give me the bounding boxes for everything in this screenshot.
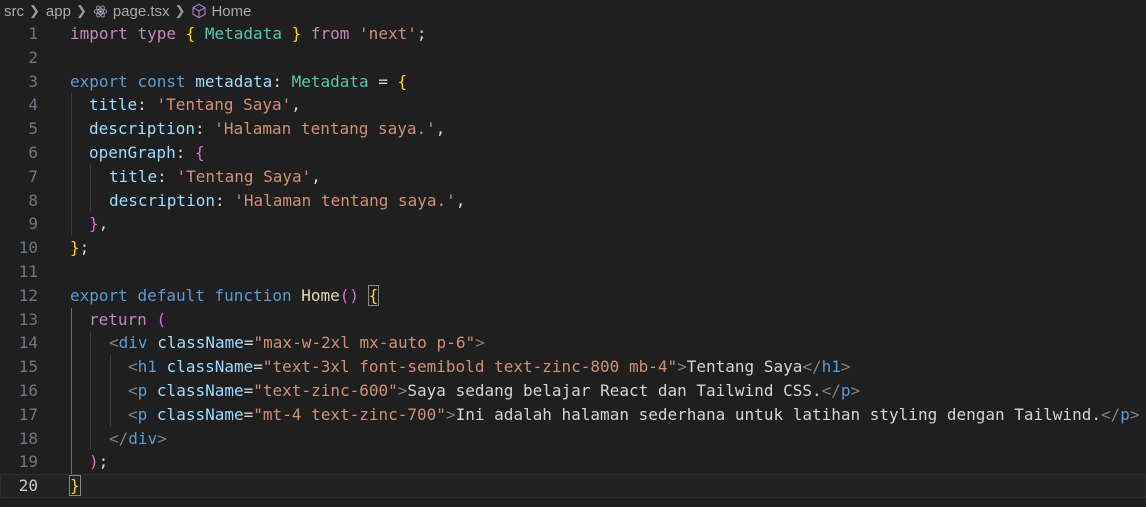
- code-content: <p className="text-zinc-600">Saya sedang…: [128, 380, 861, 400]
- line-number: 7: [28, 166, 38, 186]
- chevron-right-icon: ❯: [174, 3, 186, 18]
- code-line[interactable]: 2: [0, 46, 1146, 70]
- code-content: title: 'Tentang Saya',: [109, 166, 321, 186]
- code-content: export const metadata: Metadata = {: [70, 71, 408, 91]
- code-line[interactable]: 8 description: 'Halaman tentang saya.',: [0, 188, 1146, 213]
- indent-guide-active: [71, 307, 72, 332]
- line-number: 11: [18, 261, 38, 281]
- indent-guide: [71, 188, 72, 213]
- code-line[interactable]: 1 import type { Metadata } from 'next';: [0, 22, 1146, 46]
- code-content: openGraph: {: [89, 142, 205, 162]
- code-content: },: [89, 214, 109, 234]
- code-content: return (: [89, 309, 167, 329]
- code-line[interactable]: 7 title: 'Tentang Saya',: [0, 164, 1146, 189]
- code-line-current[interactable]: 20 }: [0, 474, 1146, 498]
- line-number: 1: [28, 24, 38, 43]
- code-line[interactable]: 10 };: [0, 236, 1146, 260]
- code-content: <h1 className="text-3xl font-semibold te…: [128, 357, 851, 377]
- line-number: 6: [28, 142, 38, 162]
- line-number: 19: [18, 452, 38, 472]
- chevron-right-icon: ❯: [75, 3, 87, 18]
- indent-guide-active: [71, 450, 72, 475]
- code-line[interactable]: 13 return (: [0, 307, 1146, 332]
- breadcrumb-src[interactable]: src: [4, 3, 24, 20]
- indent-guide: [90, 164, 91, 189]
- indent-guide: [71, 93, 72, 118]
- code-content: import type { Metadata } from 'next';: [70, 24, 427, 43]
- chevron-right-icon: ❯: [29, 3, 40, 18]
- indent-guide: [90, 331, 91, 356]
- code-editor[interactable]: 1 import type { Metadata } from 'next'; …: [0, 22, 1146, 498]
- react-icon: [93, 3, 109, 19]
- code-line[interactable]: 17 <p className="mt-4 text-zinc-700">Ini…: [0, 402, 1146, 427]
- line-number: 14: [18, 333, 38, 353]
- code-content: );: [89, 452, 109, 472]
- indent-guide: [71, 164, 72, 189]
- code-content: <p className="mt-4 text-zinc-700">Ini ad…: [128, 404, 1140, 424]
- line-number: 2: [28, 47, 38, 67]
- line-number: 5: [28, 119, 38, 139]
- code-line[interactable]: 6 openGraph: {: [0, 140, 1146, 165]
- indent-guide: [71, 140, 72, 165]
- line-number: 20: [18, 476, 38, 496]
- code-line[interactable]: 18 </div>: [0, 426, 1146, 451]
- code-line[interactable]: 9 },: [0, 212, 1146, 237]
- code-line[interactable]: 4 title: 'Tentang Saya',: [0, 93, 1146, 118]
- indent-guide: [71, 117, 72, 141]
- line-number: 10: [18, 238, 38, 258]
- code-content: export default function Home() {: [70, 284, 380, 306]
- indent-guide-active: [71, 426, 72, 451]
- indent-guide-active: [71, 378, 72, 403]
- code-content: };: [70, 238, 90, 258]
- code-content: description: 'Halaman tentang saya.',: [109, 190, 466, 210]
- code-content: <div className="max-w-2xl mx-auto p-6">: [109, 333, 485, 353]
- indent-guide-active: [71, 402, 72, 427]
- line-number: 4: [28, 95, 38, 115]
- code-line[interactable]: 15 <h1 className="text-3xl font-semibold…: [0, 355, 1146, 379]
- code-content: title: 'Tentang Saya',: [89, 95, 301, 115]
- breadcrumb-home[interactable]: Home: [211, 3, 251, 20]
- line-number: 15: [18, 357, 38, 377]
- code-line[interactable]: 19 );: [0, 450, 1146, 475]
- indent-guide: [90, 188, 91, 213]
- code-content: description: 'Halaman tentang saya.',: [89, 119, 446, 139]
- line-number: 12: [18, 285, 38, 305]
- code-line[interactable]: 12 export default function Home() {: [0, 284, 1146, 308]
- indent-guide: [110, 355, 111, 379]
- line-number: 3: [28, 71, 38, 91]
- breadcrumb: src ❯ app ❯ page.tsx ❯ Home: [0, 0, 1146, 22]
- code-line[interactable]: 16 <p className="text-zinc-600">Saya sed…: [0, 378, 1146, 403]
- indent-guide: [90, 426, 91, 451]
- code-line[interactable]: 11: [0, 260, 1146, 284]
- code-line[interactable]: 5 description: 'Halaman tentang saya.',: [0, 117, 1146, 141]
- indent-guide: [71, 212, 72, 237]
- code-content: }: [69, 475, 81, 497]
- indent-guide: [90, 355, 91, 379]
- symbol-function-icon: [191, 3, 207, 19]
- line-number: 13: [18, 309, 38, 329]
- indent-guide: [110, 378, 111, 403]
- indent-guide: [110, 402, 111, 427]
- indent-guide-active: [71, 355, 72, 379]
- indent-guide-active: [71, 331, 72, 356]
- line-number: 16: [18, 380, 38, 400]
- code-content: </div>: [109, 428, 167, 448]
- breadcrumb-page-tsx[interactable]: page.tsx: [113, 3, 170, 20]
- line-number: 9: [28, 214, 38, 234]
- line-number: 8: [28, 190, 38, 210]
- line-number: 17: [18, 404, 38, 424]
- breadcrumb-app[interactable]: app: [46, 3, 71, 20]
- indent-guide: [90, 402, 91, 427]
- line-number: 18: [18, 428, 38, 448]
- code-line[interactable]: 14 <div className="max-w-2xl mx-auto p-6…: [0, 331, 1146, 356]
- indent-guide: [90, 378, 91, 403]
- code-line[interactable]: 3 export const metadata: Metadata = {: [0, 70, 1146, 94]
